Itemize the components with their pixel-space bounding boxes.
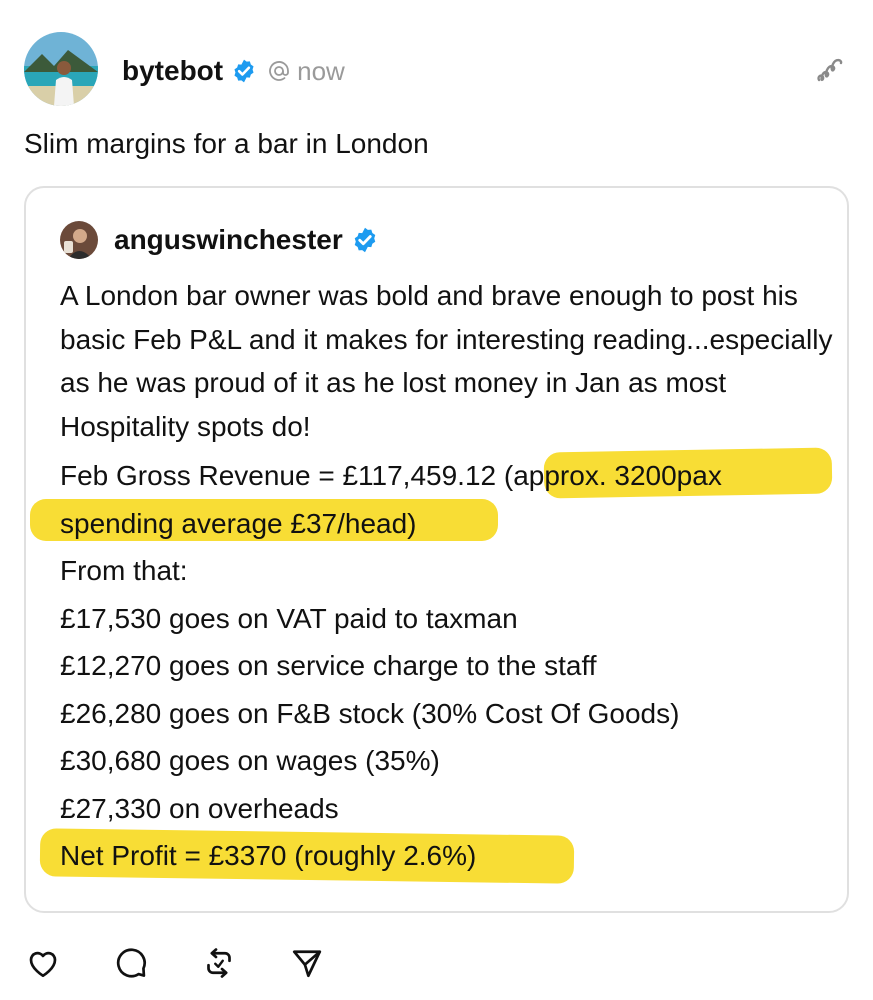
revenue-line: Feb Gross Revenue = £117,459.12 (approx.… <box>60 452 840 500</box>
breakdown-line: £12,270 goes on service charge to the st… <box>60 650 597 681</box>
quoted-author-name[interactable]: anguswinchester <box>114 224 343 256</box>
author-avatar[interactable] <box>24 32 98 106</box>
breakdown-line: £17,530 goes on VAT paid to taxman <box>60 602 518 634</box>
post-action-bar <box>24 944 376 982</box>
comment-icon[interactable] <box>112 944 150 982</box>
like-icon[interactable] <box>24 944 62 982</box>
revenue-line-continued: spending average £37/head) <box>60 500 840 548</box>
at-sign-icon <box>267 59 291 83</box>
author-name[interactable]: bytebot <box>122 55 223 87</box>
highlighted-revenue-note: spending average £37/head) <box>60 507 417 539</box>
person-avatar-icon <box>60 221 98 259</box>
verified-badge-icon <box>351 226 379 254</box>
breakdown-line: £26,280 goes on F&B stock (30% Cost Of G… <box>60 697 680 729</box>
more-squiggle-icon[interactable] <box>813 52 847 86</box>
highlighted-net-profit: Net Profit = £3370 (roughly 2.6%) <box>60 840 477 871</box>
breakdown-line: £27,330 on overheads <box>60 792 339 824</box>
repost-icon[interactable] <box>200 944 238 982</box>
quoted-post-body: A London bar owner was bold and brave en… <box>60 274 840 880</box>
person-on-beach-avatar <box>24 32 98 106</box>
share-icon[interactable] <box>288 944 326 982</box>
quoted-author-avatar[interactable] <box>60 221 98 259</box>
revenue-text: Feb Gross Revenue = £117,459.12 <box>60 460 504 491</box>
post-text: Slim margins for a bar in London <box>24 128 429 159</box>
net-profit-line: Net Profit = £3370 (roughly 2.6%) <box>60 832 840 880</box>
highlighted-revenue-note: (approx. 3200pax <box>503 460 722 491</box>
quoted-post-card[interactable]: anguswinchester A London bar owner was b… <box>24 186 849 913</box>
breakdown-line: From that: <box>60 555 188 586</box>
verified-badge-icon <box>231 58 257 84</box>
quoted-intro-text: A London bar owner was bold and brave en… <box>60 280 833 442</box>
quoted-author-row: anguswinchester <box>114 221 379 259</box>
post-timestamp: now <box>297 55 345 86</box>
breakdown-line: £30,680 goes on wages (35%) <box>60 745 440 776</box>
post-author-row: bytebot now <box>122 52 345 90</box>
